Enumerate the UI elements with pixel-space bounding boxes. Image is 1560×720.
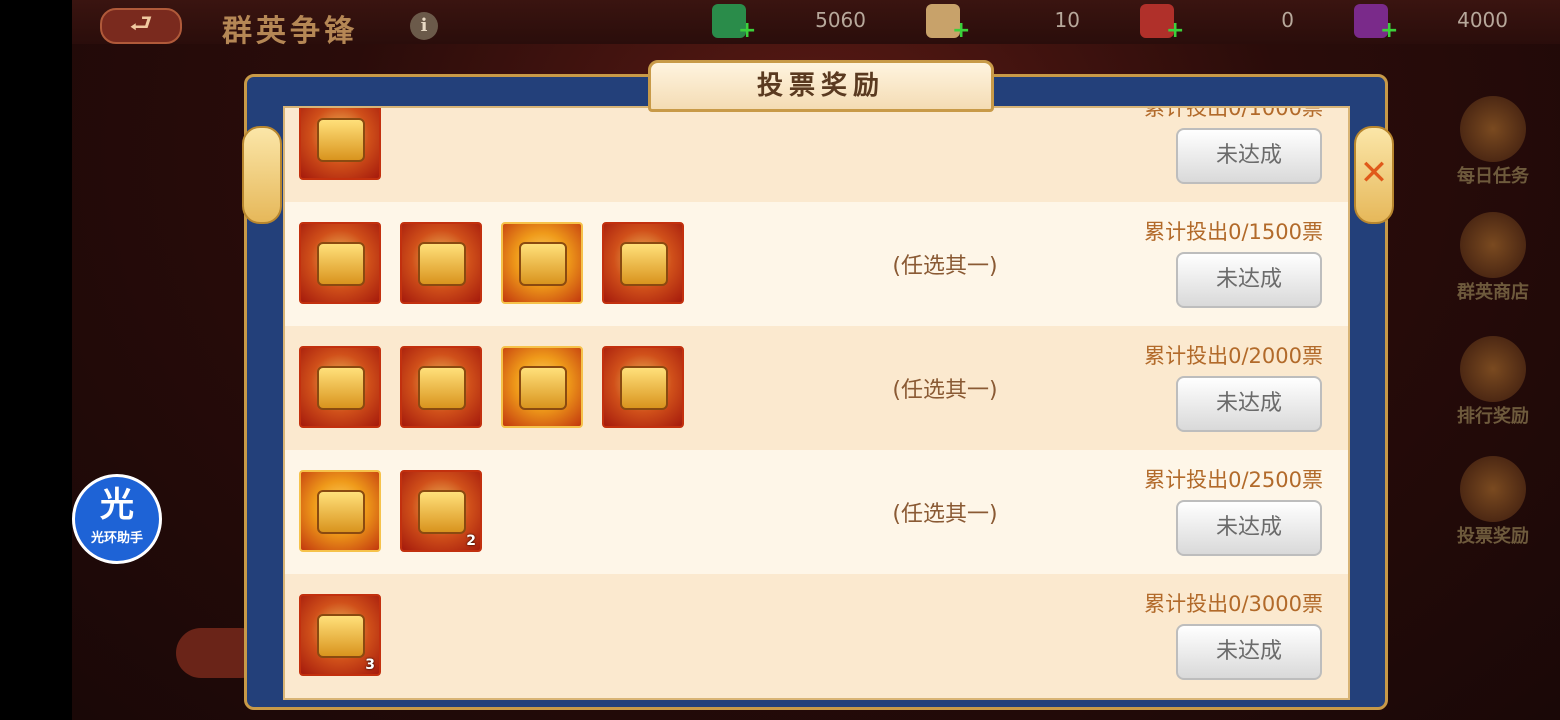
resource-value: 0 (1281, 8, 1294, 32)
modal-title-plate: 投票奖励 (648, 60, 994, 112)
claim-status-button[interactable]: 未达成 (1176, 376, 1322, 432)
chest-icon (519, 366, 567, 410)
claim-status-button[interactable]: 未达成 (1176, 128, 1322, 184)
sidebar-item-label: 每日任务 (1457, 166, 1529, 187)
item-count: 3 (365, 657, 375, 673)
chest-icon (620, 242, 668, 286)
chest-icon (620, 366, 668, 410)
chest-icon (317, 614, 365, 658)
reward-item[interactable] (299, 470, 381, 552)
back-button[interactable]: ⮐ (100, 8, 182, 44)
reward-item[interactable] (501, 346, 583, 428)
chest-icon (317, 242, 365, 286)
resource-jade-coin-value: 5060 (712, 2, 872, 40)
sidebar-item-label: 投票奖励 (1457, 526, 1529, 547)
task-icon (1460, 96, 1526, 162)
progress-text: 累计投出0/3000票 (1144, 592, 1323, 616)
shop-icon (1460, 212, 1526, 278)
add-icon: + (1380, 18, 1399, 43)
chest-icon (317, 118, 365, 162)
resource-value: 5060 (815, 8, 866, 32)
helper-floating-button[interactable]: 光 光环助手 (72, 474, 162, 564)
progress-text: 累计投出0/1500票 (1144, 220, 1323, 244)
progress-text: 累计投出0/1000票 (1144, 106, 1323, 120)
choose-one-label: (任选其一) (892, 378, 998, 403)
helper-label: 光环助手 (90, 531, 143, 546)
progress-text: 累计投出0/2500票 (1144, 468, 1323, 492)
rank-icon (1460, 336, 1526, 402)
lantern-decoration (242, 126, 282, 224)
progress-text: 累计投出0/2000票 (1144, 344, 1323, 368)
add-icon: + (1166, 18, 1185, 43)
item-count: 2 (466, 533, 476, 549)
reward-item[interactable] (400, 346, 482, 428)
reward-item[interactable] (602, 222, 684, 304)
chest-icon (418, 242, 466, 286)
reward-item[interactable] (501, 222, 583, 304)
sidebar-item-shop[interactable]: 群英商店 (1448, 212, 1538, 308)
chest-icon (317, 490, 365, 534)
chest-icon (317, 366, 365, 410)
resource-value: 4000 (1457, 8, 1508, 32)
claim-status-button[interactable]: 未达成 (1176, 624, 1322, 680)
close-button[interactable]: ✕ (1354, 126, 1394, 224)
sidebar-item-label: 群英商店 (1457, 282, 1529, 303)
reward-item[interactable] (299, 346, 381, 428)
page-title: 群英争锋 (222, 14, 358, 49)
reward-list[interactable]: 累计投出0/1000票 未达成 (任选其一) 累计投出0/1500票 未达成 (… (283, 106, 1350, 700)
vote-icon (1460, 456, 1526, 522)
reward-item[interactable]: 2 (400, 470, 482, 552)
helper-logo: 光 (100, 485, 134, 525)
resource-scroll[interactable]: + 10 (926, 2, 1086, 43)
chest-icon (418, 366, 466, 410)
claim-status-button[interactable]: 未达成 (1176, 252, 1322, 308)
choose-one-label: (任选其一) (892, 502, 998, 527)
reward-item[interactable] (400, 222, 482, 304)
sidebar-item-vote-rewards[interactable]: 投票奖励 (1448, 456, 1538, 552)
sidebar-item-rank-rewards[interactable]: 排行奖励 (1448, 336, 1538, 432)
reward-row: (任选其一) 累计投出0/2000票 未达成 (285, 326, 1348, 450)
chest-icon (519, 242, 567, 286)
sidebar-item-daily-tasks[interactable]: 每日任务 (1448, 96, 1538, 192)
claim-status-button[interactable]: 未达成 (1176, 500, 1322, 556)
resource-value: 10 (1054, 8, 1080, 32)
chest-icon (418, 490, 466, 534)
reward-row: (任选其一) 累计投出0/1500票 未达成 (285, 202, 1348, 326)
reward-row: 2 (任选其一) 累计投出0/2500票 未达成 (285, 450, 1348, 574)
reward-item[interactable] (299, 222, 381, 304)
reward-item[interactable]: 3 (299, 594, 381, 676)
reward-row: 3 累计投出0/3000票 未达成 (285, 574, 1348, 698)
reward-row: 累计投出0/1000票 未达成 (285, 106, 1348, 202)
resource-letter[interactable]: + 0 (1140, 2, 1300, 43)
resource-demon-mask[interactable]: + 4000 (1354, 2, 1514, 43)
sidebar-item-label: 排行奖励 (1457, 406, 1529, 427)
add-icon: + (952, 18, 971, 43)
reward-item[interactable] (299, 108, 381, 180)
reward-item[interactable] (602, 346, 684, 428)
choose-one-label: (任选其一) (892, 254, 998, 279)
info-icon[interactable]: i (410, 12, 438, 40)
modal-title: 投票奖励 (756, 71, 885, 101)
